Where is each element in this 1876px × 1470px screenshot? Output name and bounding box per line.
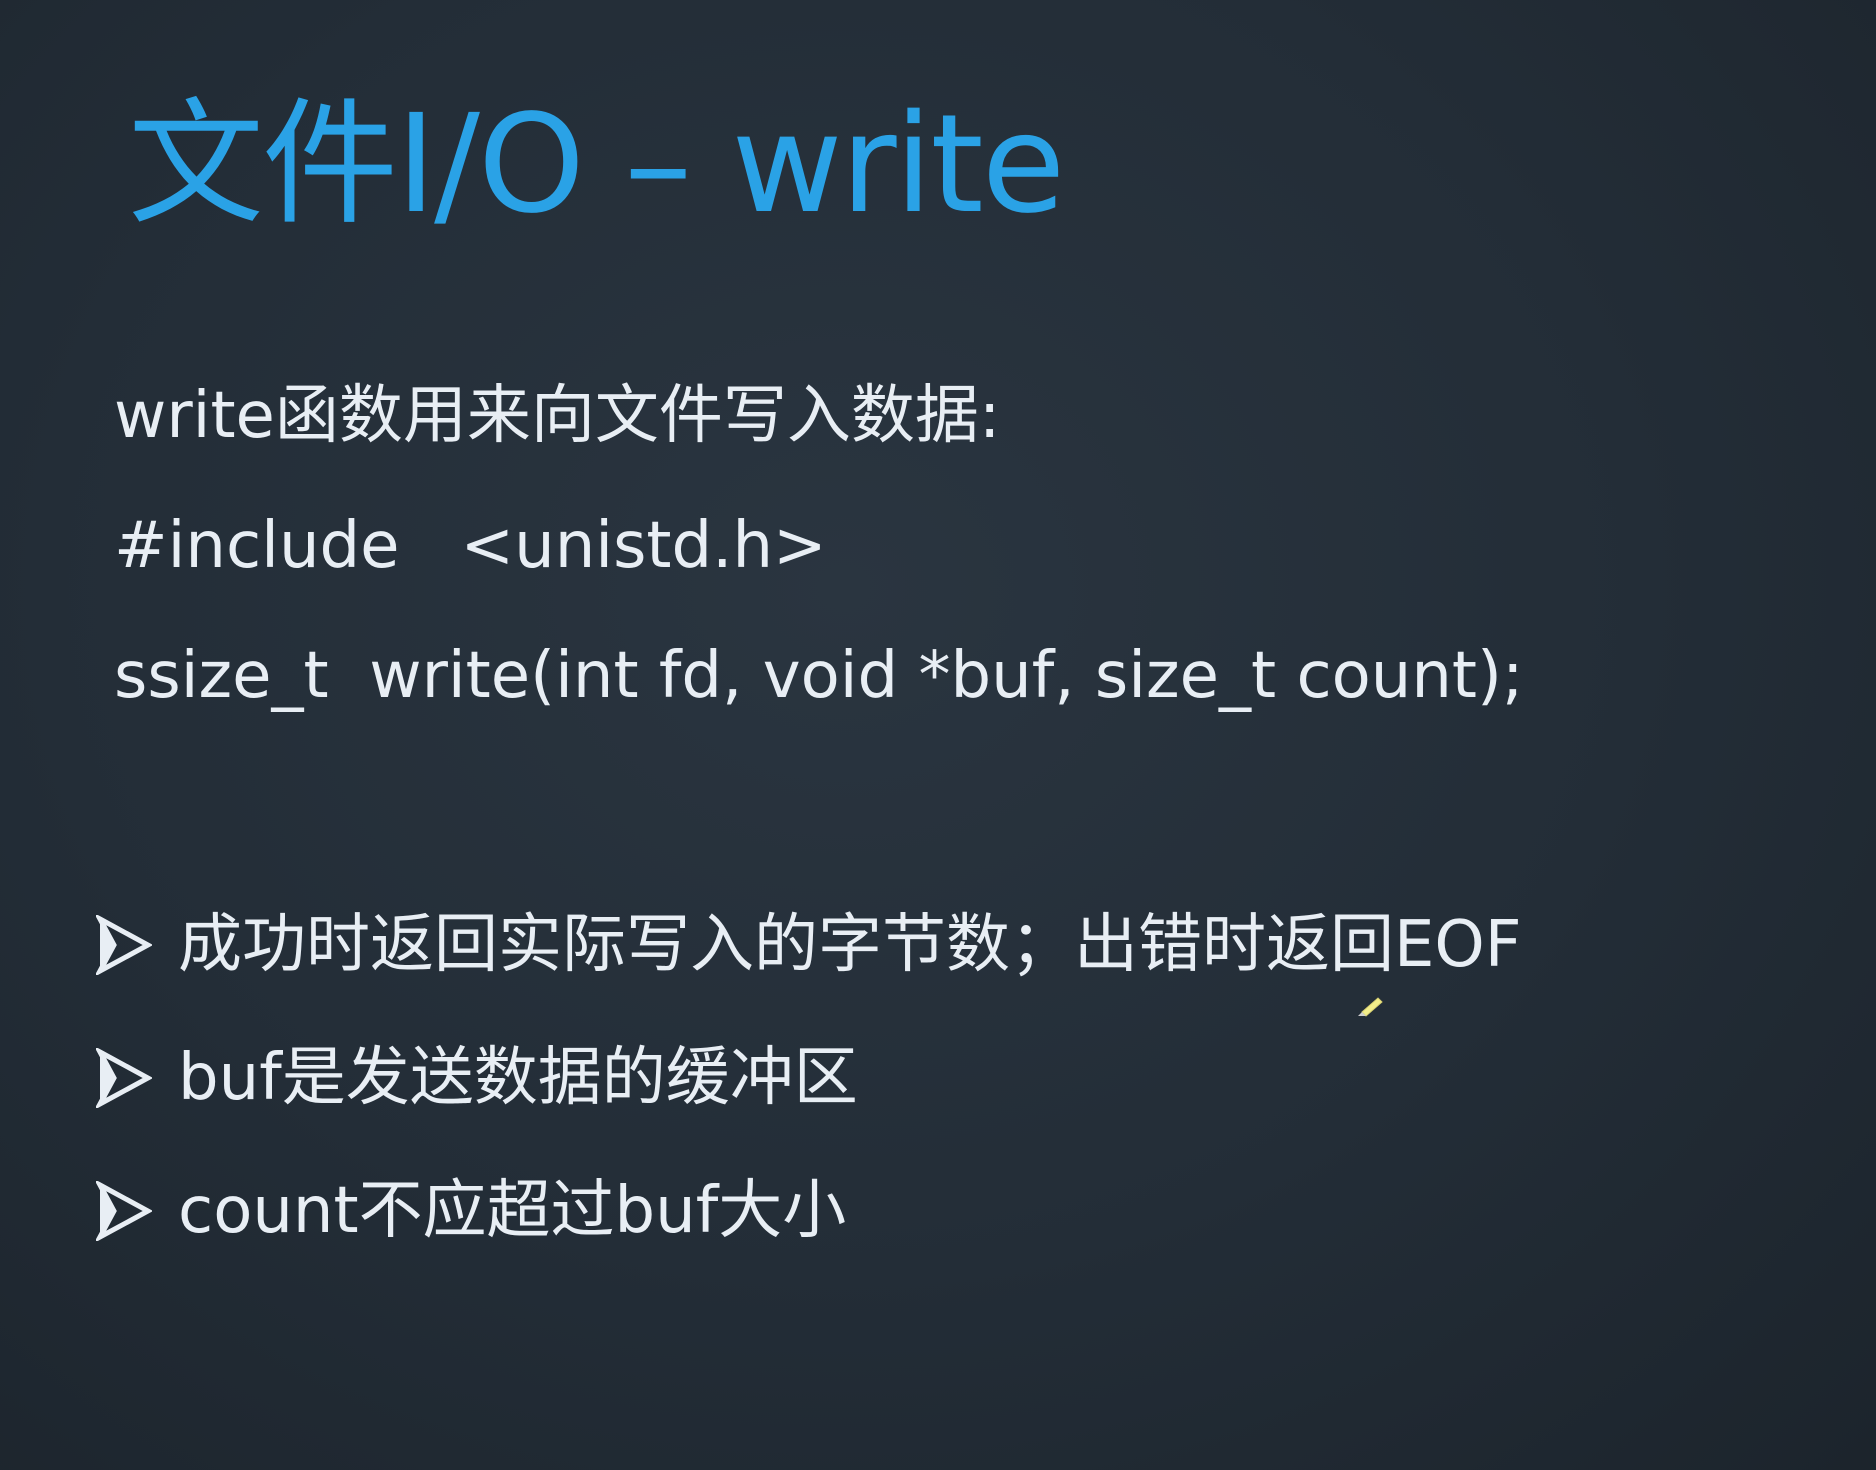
signature-line: ssize_t write(int fd, void *buf, size_t … xyxy=(114,639,1524,713)
bullet-item: count不应超过buf大小 xyxy=(96,1171,1856,1251)
arrow-bullet-icon xyxy=(96,1181,152,1241)
arrow-bullet-icon xyxy=(96,915,152,975)
bullet-text: buf是发送数据的缓冲区 xyxy=(178,1041,858,1115)
include-line: #include <unistd.h> xyxy=(114,509,827,583)
slide: 文件I/O – write write函数用来向文件写入数据: #include… xyxy=(0,0,1876,1470)
pen-cursor-icon xyxy=(1358,997,1383,1017)
bullet-item: 成功时返回实际写入的字节数；出错时返回EOF xyxy=(96,905,1856,985)
arrow-bullet-icon xyxy=(96,1048,152,1108)
bullet-text: 成功时返回实际写入的字节数；出错时返回EOF xyxy=(178,908,1522,982)
bullet-item: buf是发送数据的缓冲区 xyxy=(96,1038,1856,1118)
bullet-text: count不应超过buf大小 xyxy=(178,1174,847,1248)
description-line: write函数用来向文件写入数据: xyxy=(114,379,1001,453)
slide-title: 文件I/O – write xyxy=(128,86,1065,244)
bullet-list: 成功时返回实际写入的字节数；出错时返回EOF buf是发送数据的缓冲区 coun… xyxy=(96,905,1856,1304)
